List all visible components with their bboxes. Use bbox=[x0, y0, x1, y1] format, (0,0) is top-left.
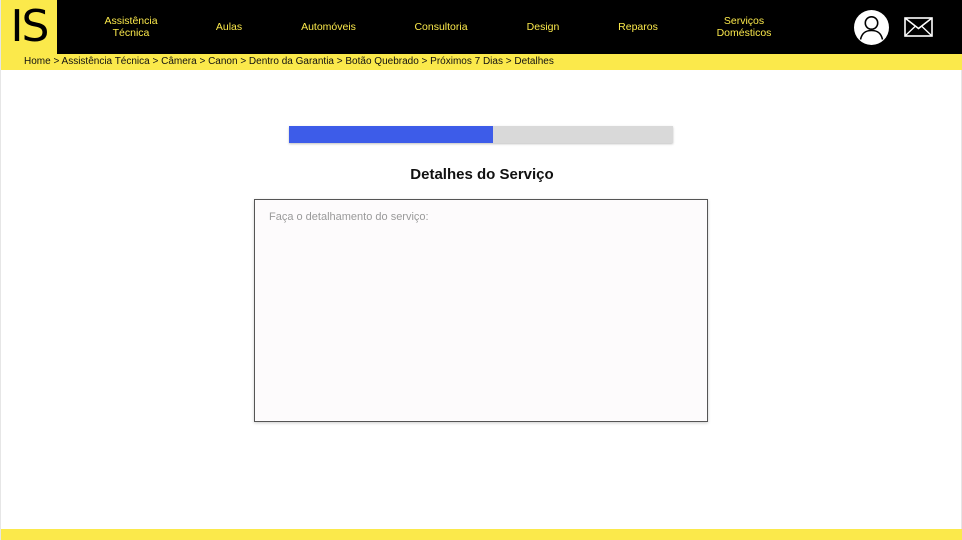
progress-bar bbox=[289, 126, 673, 143]
nav-item-assistencia-tecnica[interactable]: Assistência Técnica bbox=[97, 0, 165, 54]
envelope-icon[interactable] bbox=[904, 17, 933, 37]
nav-item-reparos[interactable]: Reparos bbox=[610, 0, 666, 54]
breadcrumb[interactable]: Home > Assistência Técnica > Câmera > Ca… bbox=[24, 56, 554, 68]
user-avatar-icon[interactable] bbox=[854, 10, 889, 45]
service-details-textarea[interactable] bbox=[254, 199, 708, 422]
footer-bar bbox=[1, 529, 962, 540]
logo[interactable]: IS bbox=[1, 0, 57, 54]
nav-item-automoveis[interactable]: Automóveis bbox=[291, 0, 366, 54]
nav-item-design[interactable]: Design bbox=[518, 0, 568, 54]
page: IS Assistência Técnica Aulas Automóveis … bbox=[0, 0, 962, 540]
nav-item-servicos-domesticos[interactable]: Serviços Domésticos bbox=[704, 0, 784, 54]
page-title: Detalhes do Serviço bbox=[410, 166, 554, 183]
user-icon bbox=[859, 16, 884, 40]
nav-item-aulas[interactable]: Aulas bbox=[206, 0, 252, 54]
logo-text: IS bbox=[10, 1, 50, 52]
top-navbar: IS Assistência Técnica Aulas Automóveis … bbox=[1, 0, 962, 54]
nav-item-consultoria[interactable]: Consultoria bbox=[406, 0, 476, 54]
breadcrumb-bar: Home > Assistência Técnica > Câmera > Ca… bbox=[1, 54, 962, 70]
progress-bar-fill bbox=[289, 126, 493, 143]
